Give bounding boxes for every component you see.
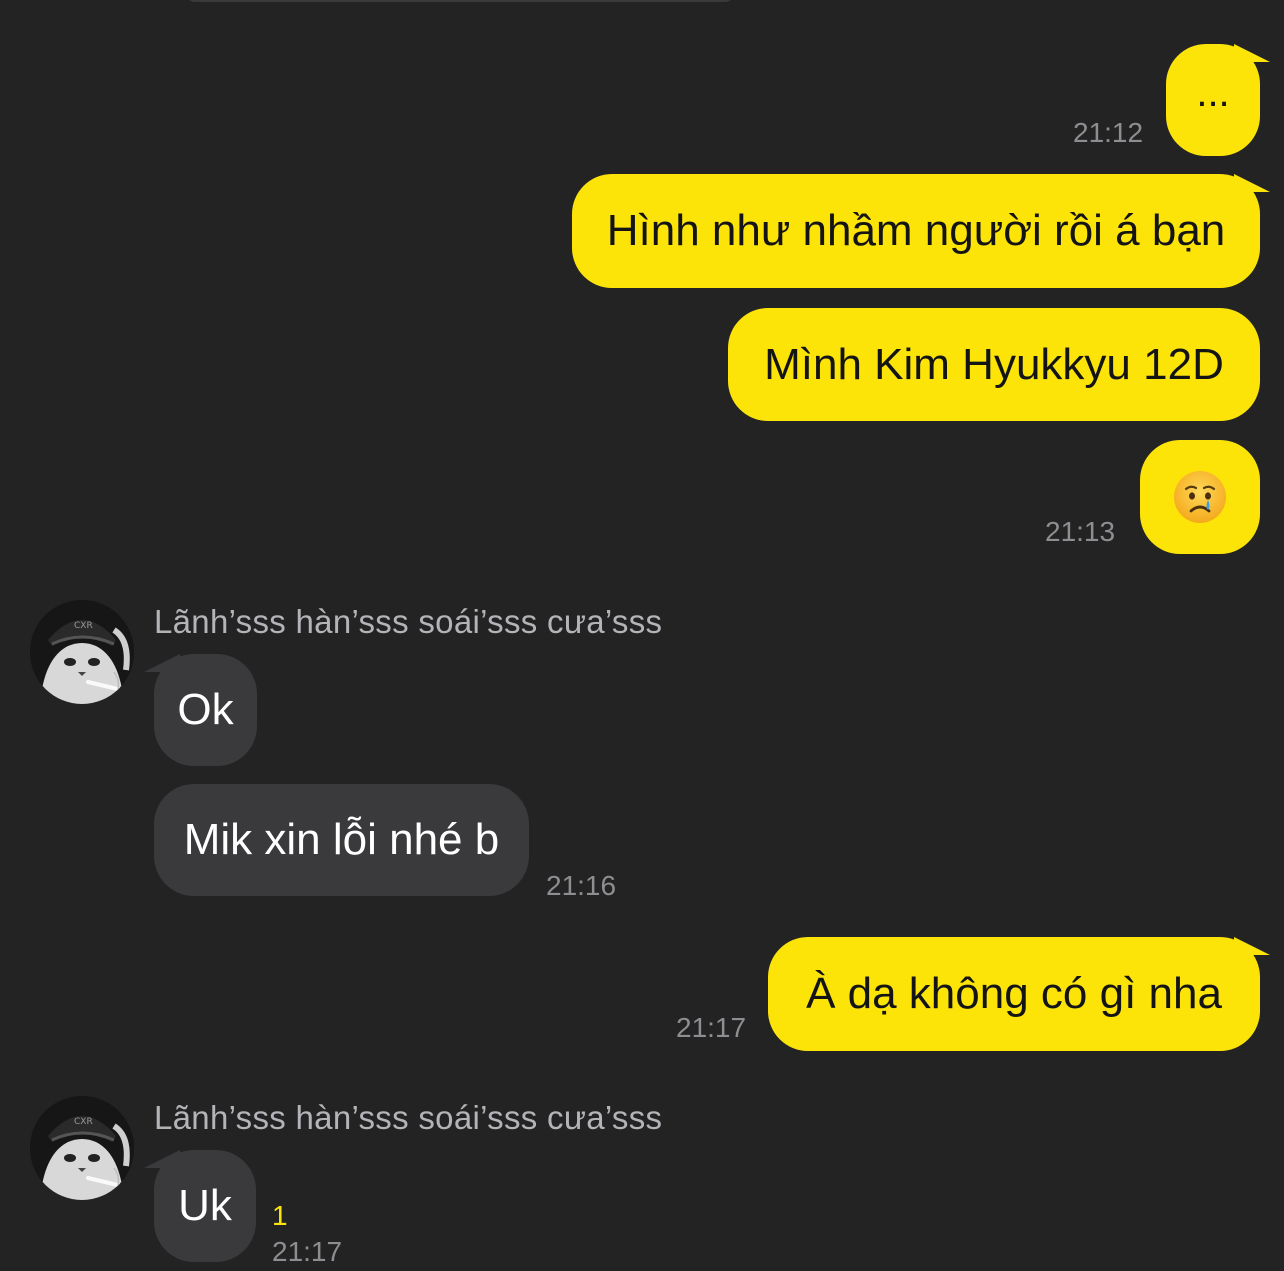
incoming-message[interactable]: Uk [144,1150,256,1262]
outgoing-message[interactable]: Mình Kim Hyukkyu 12D [728,308,1260,421]
bubble-tail [1234,44,1270,62]
sender-name: Lãnh’sss hàn’sss soái’sss cưa’sss [154,603,663,640]
sender-name: Lãnh’sss hàn’sss soái’sss cưa’sss [154,1099,663,1136]
avatar[interactable]: CXR [30,1096,134,1200]
message-timestamp: 21:12 [1073,117,1144,148]
message-timestamp: 21:13 [1045,516,1116,547]
message-text: Ok [177,685,234,734]
cat-avatar-icon: CXR [30,600,134,704]
bubble-tail [1234,937,1270,955]
outgoing-message[interactable]: ... [1166,44,1270,156]
message-text: Mik xin lỗi nhé b [183,815,500,864]
svg-text:CXR: CXR [74,621,93,631]
outgoing-message[interactable]: Hình như nhầm người rồi á bạn [572,174,1270,288]
message-text: À dạ không có gì nha [806,969,1222,1018]
incoming-message[interactable]: Mik xin lỗi nhé b [154,784,529,896]
unread-count: 1 [272,1200,288,1231]
message-timestamp: 21:17 [272,1236,343,1267]
chat-view[interactable]: 21:12 ... Hình như nhầm người rồi á bạn … [0,0,1284,1271]
incoming-message[interactable]: Ok [144,654,257,766]
message-timestamp: 21:16 [546,870,617,901]
bubble-tail [1234,174,1270,192]
message-text: Uk [178,1181,232,1230]
message-text: Hình như nhầm người rồi á bạn [606,206,1226,255]
svg-text:CXR: CXR [74,1117,93,1127]
cat-avatar-icon: CXR [30,1096,134,1200]
bubble-tail [144,654,180,672]
message-timestamp: 21:17 [676,1012,747,1043]
message-text: ... [1196,71,1230,115]
previous-message-bubble[interactable] [185,0,735,2]
avatar[interactable]: CXR [30,600,134,704]
outgoing-message[interactable]: À dạ không có gì nha [768,937,1270,1051]
message-text: Mình Kim Hyukkyu 12D [764,339,1224,389]
crying-face-icon [1174,471,1226,523]
bubble-tail [144,1150,180,1168]
outgoing-message[interactable] [1140,440,1260,554]
